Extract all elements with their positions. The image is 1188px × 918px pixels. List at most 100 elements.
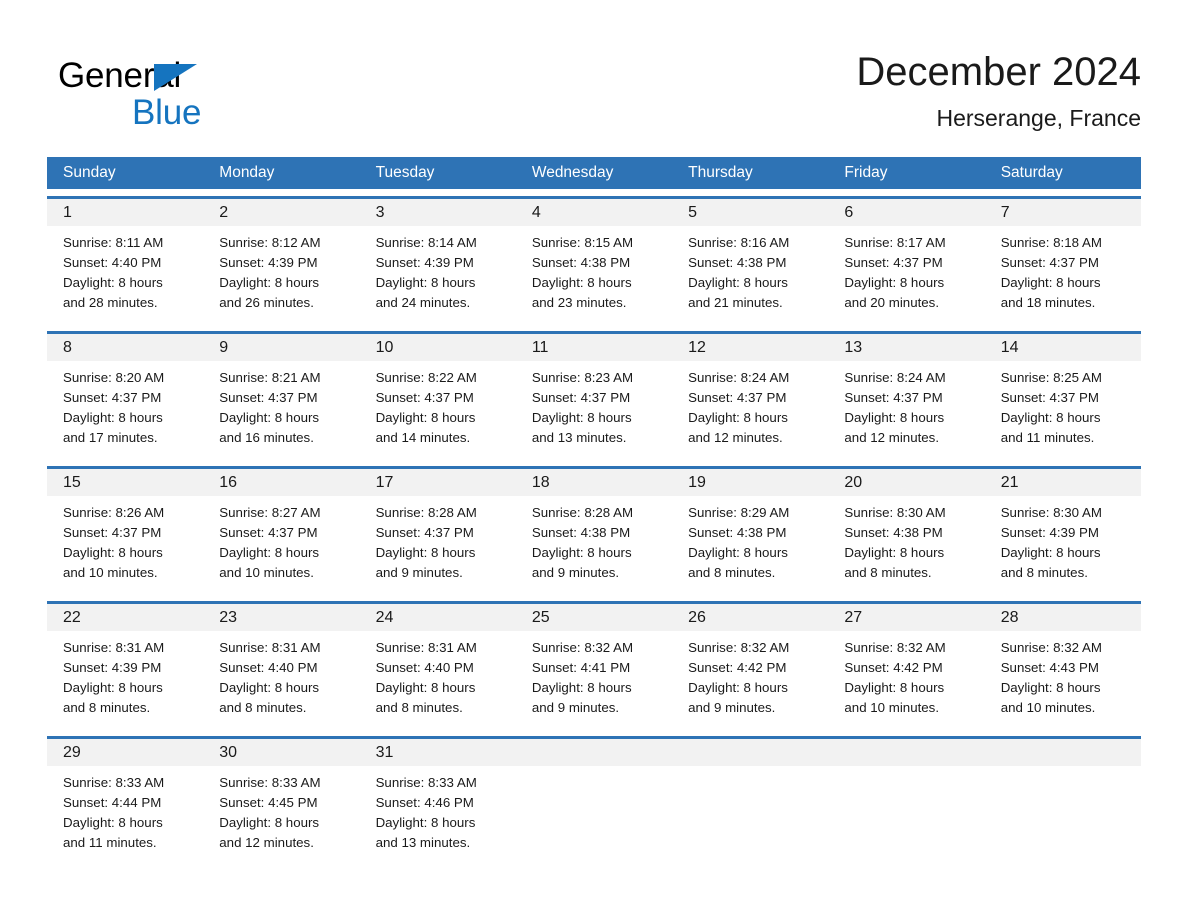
sunrise-text: Sunrise: 8:20 AM [63, 370, 165, 385]
day-number-strip: 3 [359, 199, 516, 226]
calendar-grid: Sunday Monday Tuesday Wednesday Thursday… [47, 157, 1141, 864]
daylight-text-line1: Daylight: 8 hours [1000, 275, 1101, 290]
day-details: Sunrise: 8:32 AM Sunset: 4:42 PM Dayligh… [828, 631, 984, 718]
sunset-text: Sunset: 4:46 PM [375, 795, 474, 810]
generalblue-logo[interactable]: General Blue [58, 56, 278, 134]
daylight-text-line2: and 26 minutes. [219, 295, 314, 310]
daylight-text-line2: and 10 minutes. [219, 565, 314, 580]
weekday-header-row: Sunday Monday Tuesday Wednesday Thursday… [47, 157, 1141, 189]
sunset-text: Sunset: 4:38 PM [844, 525, 943, 540]
day-cell[interactable]: 10 Sunrise: 8:22 AM Sunset: 4:37 PM Dayl… [359, 334, 516, 459]
daylight-text-line2: and 9 minutes. [531, 565, 620, 580]
day-details: Sunrise: 8:32 AM Sunset: 4:43 PM Dayligh… [985, 631, 1141, 718]
day-cell[interactable]: 27 Sunrise: 8:32 AM Sunset: 4:42 PM Dayl… [828, 604, 985, 729]
day-cell[interactable]: 28 Sunrise: 8:32 AM Sunset: 4:43 PM Dayl… [984, 604, 1141, 729]
day-cell[interactable]: 26 Sunrise: 8:32 AM Sunset: 4:42 PM Dayl… [672, 604, 829, 729]
day-cell[interactable]: 29 Sunrise: 8:33 AM Sunset: 4:44 PM Dayl… [47, 739, 204, 864]
daylight-text-line1: Daylight: 8 hours [63, 545, 163, 560]
day-number-strip: 12 [672, 334, 829, 361]
sunset-text: Sunset: 4:42 PM [844, 660, 943, 675]
weekday-header-wednesday: Wednesday [531, 164, 614, 181]
day-cell[interactable]: 9 Sunrise: 8:21 AM Sunset: 4:37 PM Dayli… [203, 334, 360, 459]
day-number: 20 [844, 474, 863, 491]
day-cell[interactable]: 5 Sunrise: 8:16 AM Sunset: 4:38 PM Dayli… [672, 199, 829, 324]
day-number: 13 [844, 339, 863, 356]
sunrise-text: Sunrise: 8:18 AM [1000, 235, 1102, 250]
day-cell[interactable]: 20 Sunrise: 8:30 AM Sunset: 4:38 PM Dayl… [828, 469, 985, 594]
day-cell[interactable]: 11 Sunrise: 8:23 AM Sunset: 4:37 PM Dayl… [515, 334, 673, 459]
day-number-strip: 29 [47, 739, 204, 766]
sunrise-text: Sunrise: 8:32 AM [844, 640, 946, 655]
daylight-text-line1: Daylight: 8 hours [688, 410, 788, 425]
sunset-text: Sunset: 4:37 PM [1000, 390, 1099, 405]
calendar-week-row: 22 Sunrise: 8:31 AM Sunset: 4:39 PM Dayl… [47, 601, 1141, 729]
day-details: Sunrise: 8:15 AM Sunset: 4:38 PM Dayligh… [516, 226, 672, 313]
sunset-text: Sunset: 4:37 PM [375, 525, 474, 540]
day-cell[interactable]: 21 Sunrise: 8:30 AM Sunset: 4:39 PM Dayl… [984, 469, 1141, 594]
day-cell[interactable]: 16 Sunrise: 8:27 AM Sunset: 4:37 PM Dayl… [203, 469, 360, 594]
day-number-strip: 24 [359, 604, 516, 631]
day-number-strip: 5 [672, 199, 829, 226]
sunset-text: Sunset: 4:37 PM [844, 390, 943, 405]
day-cell[interactable]: 18 Sunrise: 8:28 AM Sunset: 4:38 PM Dayl… [515, 469, 673, 594]
sunrise-text: Sunrise: 8:25 AM [1000, 370, 1102, 385]
daylight-text-line2: and 9 minutes. [531, 700, 620, 715]
day-number-strip: 1 [47, 199, 204, 226]
day-details: Sunrise: 8:12 AM Sunset: 4:39 PM Dayligh… [203, 226, 359, 313]
day-cell[interactable]: 3 Sunrise: 8:14 AM Sunset: 4:39 PM Dayli… [359, 199, 516, 324]
day-number-strip: 15 [47, 469, 204, 496]
day-number: 3 [375, 204, 385, 221]
sunrise-text: Sunrise: 8:24 AM [688, 370, 790, 385]
day-number-strip: 31 [359, 739, 516, 766]
day-cell[interactable]: 14 Sunrise: 8:25 AM Sunset: 4:37 PM Dayl… [984, 334, 1141, 459]
daylight-text-line2: and 10 minutes. [844, 700, 940, 715]
sunrise-text: Sunrise: 8:32 AM [688, 640, 790, 655]
daylight-text-line1: Daylight: 8 hours [219, 815, 320, 830]
day-cell[interactable]: 6 Sunrise: 8:17 AM Sunset: 4:37 PM Dayli… [828, 199, 985, 324]
sunrise-text: Sunrise: 8:14 AM [375, 235, 477, 250]
day-number-strip: 10 [359, 334, 516, 361]
day-cell[interactable]: 23 Sunrise: 8:31 AM Sunset: 4:40 PM Dayl… [203, 604, 360, 729]
day-cell[interactable]: 12 Sunrise: 8:24 AM Sunset: 4:37 PM Dayl… [672, 334, 829, 459]
sunset-text: Sunset: 4:44 PM [63, 795, 162, 810]
day-cell[interactable]: 2 Sunrise: 8:12 AM Sunset: 4:39 PM Dayli… [203, 199, 360, 324]
sunset-text: Sunset: 4:38 PM [688, 255, 787, 270]
daylight-text-line1: Daylight: 8 hours [1000, 680, 1101, 695]
day-number: 14 [1000, 339, 1019, 356]
day-cell[interactable]: 7 Sunrise: 8:18 AM Sunset: 4:37 PM Dayli… [984, 199, 1141, 324]
sunrise-text: Sunrise: 8:12 AM [219, 235, 321, 250]
day-cell[interactable]: 22 Sunrise: 8:31 AM Sunset: 4:39 PM Dayl… [47, 604, 204, 729]
day-details: Sunrise: 8:31 AM Sunset: 4:39 PM Dayligh… [47, 631, 203, 718]
sunrise-text: Sunrise: 8:29 AM [688, 505, 790, 520]
daylight-text-line1: Daylight: 8 hours [531, 275, 632, 290]
day-cell[interactable]: 17 Sunrise: 8:28 AM Sunset: 4:37 PM Dayl… [359, 469, 516, 594]
day-cell[interactable]: 13 Sunrise: 8:24 AM Sunset: 4:37 PM Dayl… [828, 334, 985, 459]
daylight-text-line2: and 12 minutes. [219, 835, 314, 850]
daylight-text-line2: and 10 minutes. [63, 565, 158, 580]
day-cell[interactable]: 1 Sunrise: 8:11 AM Sunset: 4:40 PM Dayli… [47, 199, 204, 324]
sunset-text: Sunset: 4:42 PM [688, 660, 787, 675]
triangle-icon [154, 64, 197, 91]
day-cell[interactable]: 19 Sunrise: 8:29 AM Sunset: 4:38 PM Dayl… [672, 469, 829, 594]
day-cell[interactable]: 4 Sunrise: 8:15 AM Sunset: 4:38 PM Dayli… [515, 199, 673, 324]
day-number: 9 [219, 339, 229, 356]
day-cell[interactable]: 30 Sunrise: 8:33 AM Sunset: 4:45 PM Dayl… [203, 739, 360, 864]
daylight-text-line2: and 9 minutes. [375, 565, 463, 580]
day-details: Sunrise: 8:16 AM Sunset: 4:38 PM Dayligh… [672, 226, 828, 313]
calendar-week-row: 29 Sunrise: 8:33 AM Sunset: 4:44 PM Dayl… [47, 736, 1141, 864]
sunrise-text: Sunrise: 8:22 AM [375, 370, 477, 385]
day-cell[interactable]: 15 Sunrise: 8:26 AM Sunset: 4:37 PM Dayl… [47, 469, 204, 594]
sunrise-text: Sunrise: 8:33 AM [375, 775, 477, 790]
day-cell[interactable]: 24 Sunrise: 8:31 AM Sunset: 4:40 PM Dayl… [359, 604, 516, 729]
day-details: Sunrise: 8:24 AM Sunset: 4:37 PM Dayligh… [672, 361, 828, 448]
day-cell[interactable]: 8 Sunrise: 8:20 AM Sunset: 4:37 PM Dayli… [47, 334, 204, 459]
day-details: Sunrise: 8:25 AM Sunset: 4:37 PM Dayligh… [985, 361, 1141, 448]
day-cell[interactable]: 25 Sunrise: 8:32 AM Sunset: 4:41 PM Dayl… [515, 604, 673, 729]
day-number: 22 [63, 609, 81, 626]
day-details: Sunrise: 8:20 AM Sunset: 4:37 PM Dayligh… [47, 361, 203, 448]
day-cell[interactable]: 31 Sunrise: 8:33 AM Sunset: 4:46 PM Dayl… [359, 739, 516, 864]
day-number: 28 [1000, 609, 1019, 626]
daylight-text-line1: Daylight: 8 hours [63, 275, 163, 290]
day-number-strip: 30 [203, 739, 360, 766]
day-number-strip [984, 739, 1141, 766]
